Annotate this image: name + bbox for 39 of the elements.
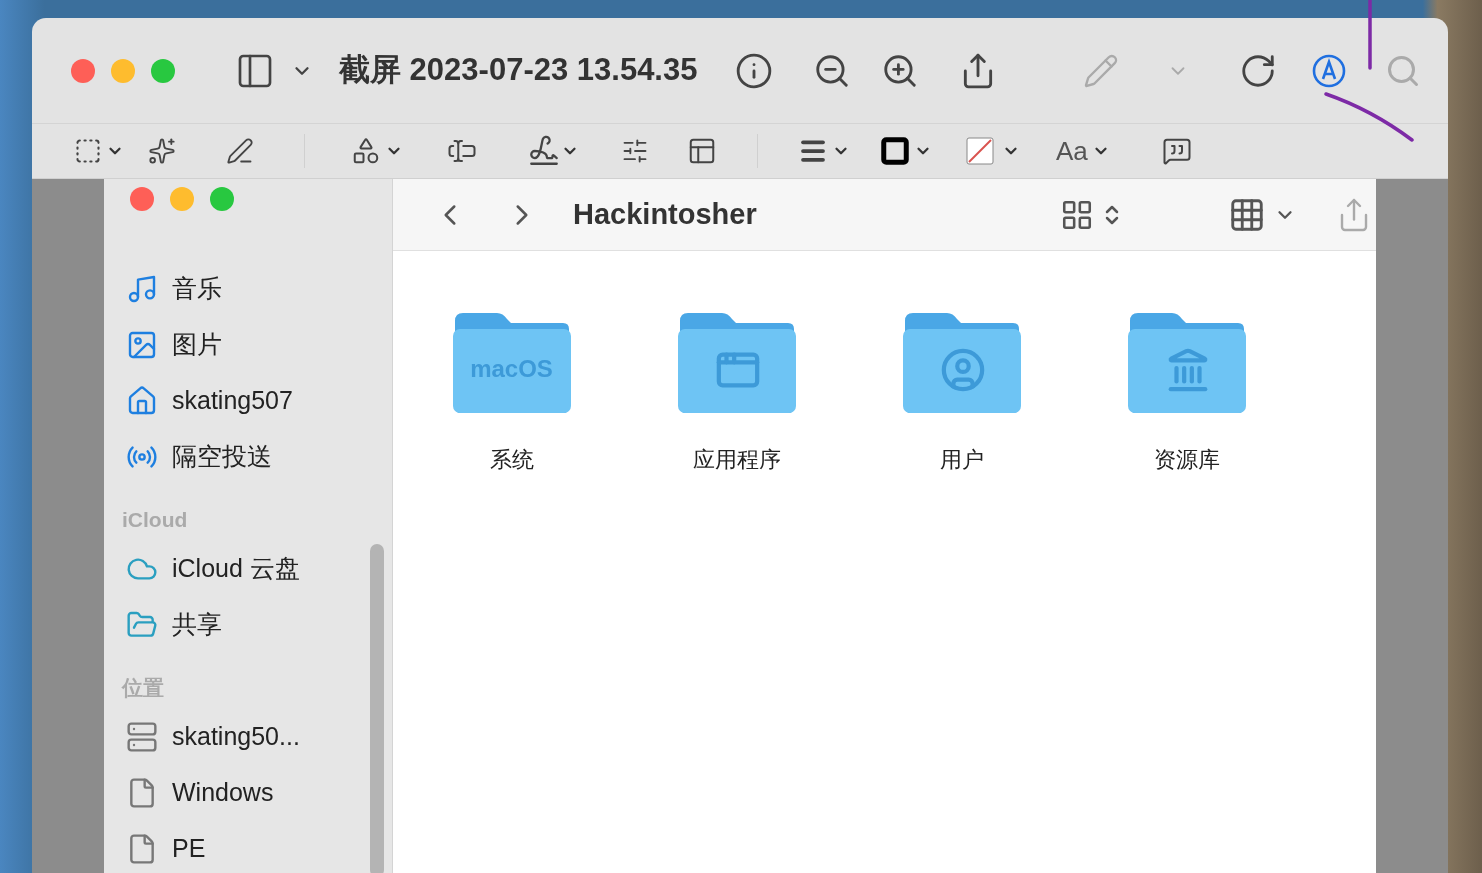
speech-bubble-icon[interactable] [1161,136,1192,166]
sidebar-item[interactable]: 共享 [104,597,392,653]
sidebar-item[interactable]: skating50... [104,709,392,765]
sidebar-item[interactable]: 音乐 [104,261,392,317]
folder-icon[interactable] [450,311,573,415]
folder-icon[interactable] [675,311,798,415]
sidebar-item[interactable]: 隔空投送 [104,429,392,485]
border-color-icon[interactable] [880,136,910,166]
signature-icon[interactable] [527,134,561,168]
folder-name[interactable]: 应用程序 [692,443,781,476]
sidebar-heading: 位置 [120,675,165,702]
sidebar-item[interactable]: Windows [104,765,392,821]
markup-icon[interactable] [1311,52,1348,89]
rectangle-select-icon[interactable] [74,137,102,165]
sidebar-item[interactable]: PE [104,821,392,873]
folder-name[interactable]: 资源库 [1153,443,1220,476]
sidebar-item[interactable]: iCloud 云盘 [104,541,392,597]
font-button[interactable]: Aa [1056,131,1088,171]
sidebar-item[interactable]: 图片 [104,317,392,373]
page-layout-icon[interactable] [687,136,717,166]
instant-alpha-icon[interactable] [148,137,176,165]
music-note-icon [126,273,158,305]
folder-name[interactable]: 系统 [489,443,534,476]
folder-icon[interactable] [1125,311,1248,415]
sidebar-heading: iCloud [121,507,189,534]
shapes-icon[interactable] [351,136,381,166]
user-icon [939,347,986,393]
photo-icon [126,329,158,361]
sketch-icon[interactable] [226,137,254,165]
house-icon [126,385,158,417]
sidebar-item[interactable]: skating507 [104,373,392,429]
folder-name[interactable]: 用户 [939,443,984,476]
window-title: 截屏 2023-07-23 13.54.35 [339,51,698,90]
folder-icon[interactable] [900,311,1023,415]
fill-color-icon[interactable] [966,137,994,165]
folder-title: Hackintosher [573,196,757,232]
info-icon[interactable] [735,51,774,90]
pen-stroke [1367,0,1373,70]
adjust-color-icon[interactable] [621,137,649,165]
